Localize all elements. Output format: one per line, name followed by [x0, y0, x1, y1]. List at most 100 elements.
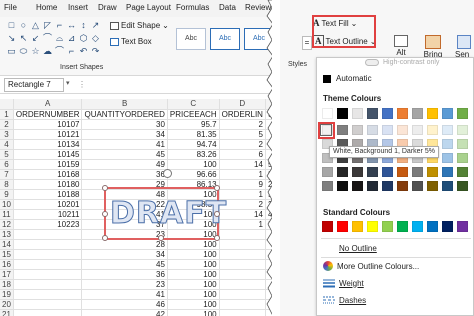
- row-header[interactable]: 5: [0, 149, 14, 160]
- table-cell[interactable]: 100: [167, 249, 220, 260]
- theme-shade-swatch[interactable]: [442, 139, 453, 149]
- standard-colour-swatch[interactable]: [442, 221, 453, 232]
- more-outline-colours-option[interactable]: More Outline Colours...: [323, 261, 419, 271]
- table-cell[interactable]: [219, 309, 266, 316]
- rotate-handle[interactable]: [163, 169, 172, 178]
- theme-shade-swatch[interactable]: [352, 181, 363, 191]
- table-cell[interactable]: 10188: [13, 189, 83, 200]
- automatic-colour-option[interactable]: Automatic: [323, 74, 372, 83]
- name-box[interactable]: Rectangle 7: [4, 78, 64, 92]
- table-cell[interactable]: 100: [167, 269, 220, 280]
- table-cell[interactable]: [219, 249, 266, 260]
- shape-option[interactable]: □: [6, 20, 17, 31]
- theme-shade-swatch[interactable]: [442, 153, 453, 163]
- table-cell[interactable]: 41: [81, 139, 168, 150]
- chevron-down-icon[interactable]: ▾: [66, 79, 70, 87]
- row-header[interactable]: 9: [0, 189, 14, 200]
- table-cell[interactable]: [219, 269, 266, 280]
- table-cell[interactable]: 36: [81, 169, 168, 180]
- shape-style-2[interactable]: Abc: [210, 28, 240, 50]
- standard-colour-swatch[interactable]: [412, 221, 423, 232]
- theme-colour-swatch[interactable]: [412, 108, 423, 119]
- table-cell[interactable]: 83.26: [167, 149, 220, 160]
- column-header[interactable]: B: [81, 99, 168, 110]
- table-cell[interactable]: [13, 239, 83, 250]
- menu-page-layout[interactable]: Page Layout: [126, 3, 171, 12]
- table-cell[interactable]: 6: [219, 149, 266, 160]
- theme-colour-swatch[interactable]: [427, 108, 438, 119]
- table-cell[interactable]: 96.66: [167, 169, 220, 180]
- table-cell[interactable]: [219, 239, 266, 250]
- shape-option[interactable]: ◸: [42, 20, 53, 31]
- draft-wordart-shape[interactable]: DRAFT: [102, 169, 227, 241]
- table-cell[interactable]: 10223: [13, 219, 83, 230]
- table-cell[interactable]: 34: [81, 249, 168, 260]
- shape-option[interactable]: ⬡: [78, 33, 89, 44]
- table-cell[interactable]: 36: [81, 269, 168, 280]
- bring-forward-button[interactable]: Bring: [420, 35, 446, 59]
- shape-option[interactable]: ○: [18, 20, 29, 31]
- table-cell[interactable]: PRICEEACH: [167, 109, 220, 120]
- theme-shade-swatch[interactable]: [457, 139, 468, 149]
- dashes-option[interactable]: Dashes: [323, 295, 366, 305]
- row-header[interactable]: 14: [0, 239, 14, 250]
- resize-handle[interactable]: [214, 185, 220, 191]
- row-header[interactable]: 6: [0, 159, 14, 170]
- theme-shade-swatch[interactable]: [367, 125, 378, 135]
- shape-style-1[interactable]: Abc: [176, 28, 206, 50]
- theme-shade-swatch[interactable]: [352, 167, 363, 177]
- resize-handle[interactable]: [214, 211, 220, 217]
- resize-handle[interactable]: [214, 235, 220, 241]
- row-header[interactable]: 17: [0, 269, 14, 280]
- shape-option[interactable]: ◇: [90, 33, 101, 44]
- shape-option[interactable]: ⌐: [66, 46, 77, 57]
- theme-shade-swatch[interactable]: [427, 125, 438, 135]
- row-header[interactable]: 13: [0, 229, 14, 240]
- theme-colour-swatch[interactable]: [382, 108, 393, 119]
- table-cell[interactable]: 30: [81, 119, 168, 130]
- no-outline-option[interactable]: No Outline: [323, 243, 377, 253]
- table-cell[interactable]: 23: [81, 279, 168, 290]
- theme-colour-swatch[interactable]: [367, 108, 378, 119]
- send-backward-button[interactable]: Sen: [455, 35, 474, 59]
- table-cell[interactable]: [219, 289, 266, 300]
- shape-option[interactable]: ⬭: [18, 46, 29, 57]
- row-header[interactable]: 10: [0, 199, 14, 210]
- table-cell[interactable]: 10159: [13, 159, 83, 170]
- theme-shade-swatch[interactable]: [442, 167, 453, 177]
- row-header[interactable]: 19: [0, 289, 14, 300]
- theme-colour-swatch[interactable]: [322, 108, 333, 119]
- theme-shade-swatch[interactable]: [412, 125, 423, 135]
- theme-colour-swatch[interactable]: [457, 108, 468, 119]
- shape-option[interactable]: ⊿: [66, 33, 77, 44]
- table-cell[interactable]: ORDERNUMBER: [13, 109, 83, 120]
- styles-more-button[interactable]: =: [302, 36, 312, 50]
- table-cell[interactable]: [219, 299, 266, 310]
- row-header[interactable]: 15: [0, 249, 14, 260]
- table-cell[interactable]: 2: [219, 119, 266, 130]
- theme-shade-swatch[interactable]: [427, 167, 438, 177]
- menu-formulas[interactable]: Formulas: [176, 3, 209, 12]
- alt-text-button[interactable]: Alt: [390, 35, 412, 57]
- table-cell[interactable]: 10211: [13, 209, 83, 220]
- table-cell[interactable]: 10201: [13, 199, 83, 210]
- table-cell[interactable]: [13, 309, 83, 316]
- shape-option[interactable]: ⌒: [54, 46, 65, 57]
- theme-colour-swatch[interactable]: [337, 108, 348, 119]
- row-header[interactable]: 8: [0, 179, 14, 190]
- shape-option[interactable]: ☆: [30, 46, 41, 57]
- row-header[interactable]: 7: [0, 169, 14, 180]
- table-cell[interactable]: 41: [81, 289, 168, 300]
- table-cell[interactable]: ORDERLIN: [219, 109, 266, 120]
- table-cell[interactable]: 81.35: [167, 129, 220, 140]
- table-cell[interactable]: [13, 249, 83, 260]
- weight-option[interactable]: Weight: [323, 278, 364, 288]
- text-box-button[interactable]: Text Box: [110, 37, 152, 46]
- row-header[interactable]: 3: [0, 129, 14, 140]
- theme-shade-swatch[interactable]: [457, 153, 468, 163]
- shape-option[interactable]: ⌓: [54, 33, 65, 44]
- theme-shade-swatch[interactable]: [337, 125, 348, 135]
- row-header[interactable]: 16: [0, 259, 14, 270]
- standard-colour-swatch[interactable]: [322, 221, 333, 232]
- table-cell[interactable]: 100: [167, 239, 220, 250]
